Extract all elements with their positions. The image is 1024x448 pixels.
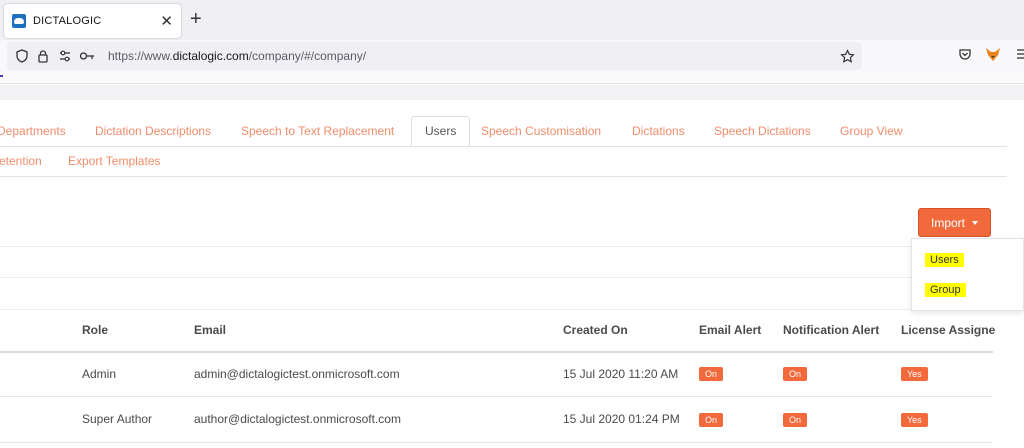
notification-alert-badge[interactable]: On <box>783 413 808 427</box>
url-domain: dictalogic.com <box>172 49 249 63</box>
key-icon[interactable] <box>79 48 95 64</box>
email-alert-badge[interactable]: On <box>699 413 724 427</box>
import-button[interactable]: Import <box>918 208 991 237</box>
column-header-role[interactable]: Role <box>82 323 108 337</box>
tab-dictations[interactable]: Dictations <box>632 124 685 138</box>
column-header-email-alert[interactable]: Email Alert <box>699 323 761 337</box>
import-group-option[interactable]: Group <box>925 283 966 297</box>
star-icon[interactable] <box>839 48 855 64</box>
shield-icon[interactable] <box>14 48 30 64</box>
permissions-icon[interactable] <box>57 48 73 64</box>
browser-tab[interactable]: DICTALOGIC ✕ <box>4 4 181 38</box>
tab-group-view[interactable]: Group View <box>840 124 902 138</box>
tabs-divider <box>0 146 1007 147</box>
license-badge[interactable]: Yes <box>901 413 928 427</box>
page-gap <box>0 85 1024 100</box>
site-favicon-icon <box>12 14 26 28</box>
import-dropdown-menu: Users Group <box>911 238 1024 311</box>
cell-created-on: 15 Jul 2020 01:24 PM <box>563 412 680 426</box>
caret-down-icon <box>972 220 978 225</box>
tab-departments[interactable]: Departments <box>0 124 66 138</box>
header-accent <box>0 75 3 77</box>
section-divider <box>0 309 1024 310</box>
new-tab-icon[interactable]: + <box>190 9 202 29</box>
column-header-notification-alert[interactable]: Notification Alert <box>783 323 879 337</box>
table-header-border <box>0 351 993 353</box>
url-text[interactable]: https://www.dictalogic.com/company/#/com… <box>108 49 366 63</box>
license-badge[interactable]: Yes <box>901 367 928 381</box>
tab-speech-to-text-replacement[interactable]: Speech to Text Replacement <box>241 124 394 138</box>
notification-alert-badge[interactable]: On <box>783 367 808 381</box>
url-path: /company/#/company/ <box>248 49 367 63</box>
tabs-divider-2 <box>0 176 1007 177</box>
tab-speech-dictations[interactable]: Speech Dictations <box>714 124 811 138</box>
url-prefix: https://www. <box>108 49 173 63</box>
cell-email: author@dictalogictest.onmicrosoft.com <box>194 412 401 426</box>
page-header-strip <box>0 72 1024 84</box>
browser-tab-title: DICTALOGIC <box>33 15 102 27</box>
import-users-option[interactable]: Users <box>925 253 964 267</box>
section-divider <box>0 246 1024 247</box>
column-header-created-on[interactable]: Created On <box>563 323 628 337</box>
column-header-email[interactable]: Email <box>194 323 226 337</box>
cell-email: admin@dictalogictest.onmicrosoft.com <box>194 367 400 381</box>
lock-icon[interactable] <box>35 48 51 64</box>
cell-role: Admin <box>82 367 117 381</box>
tab-export-templates[interactable]: Export Templates <box>68 154 161 168</box>
menu-icon[interactable] <box>1014 46 1024 62</box>
tab-users[interactable]: Users <box>411 116 471 147</box>
tab-speech-customisation[interactable]: Speech Customisation <box>481 124 601 138</box>
table-row-divider <box>0 396 993 397</box>
section-divider <box>0 277 1024 278</box>
tab-dictation-descriptions[interactable]: Dictation Descriptions <box>95 124 211 138</box>
browser-nav-bar: https://www.dictalogic.com/company/#/com… <box>0 40 1024 72</box>
url-bar[interactable]: https://www.dictalogic.com/company/#/com… <box>7 42 862 70</box>
close-tab-icon[interactable]: ✕ <box>160 14 173 29</box>
table-row-divider <box>0 442 993 443</box>
email-alert-badge[interactable]: On <box>699 367 724 381</box>
column-header-license-assigned[interactable]: License Assigne <box>901 323 995 337</box>
browser-tab-bar: DICTALOGIC ✕ + <box>0 0 1024 40</box>
cell-role: Super Author <box>82 412 153 426</box>
cell-created-on: 15 Jul 2020 11:20 AM <box>563 367 679 381</box>
pocket-icon[interactable] <box>957 46 973 62</box>
import-button-label: Import <box>930 215 965 230</box>
tab-retention[interactable]: etention <box>0 154 42 168</box>
fox-extension-icon[interactable] <box>985 46 1001 62</box>
